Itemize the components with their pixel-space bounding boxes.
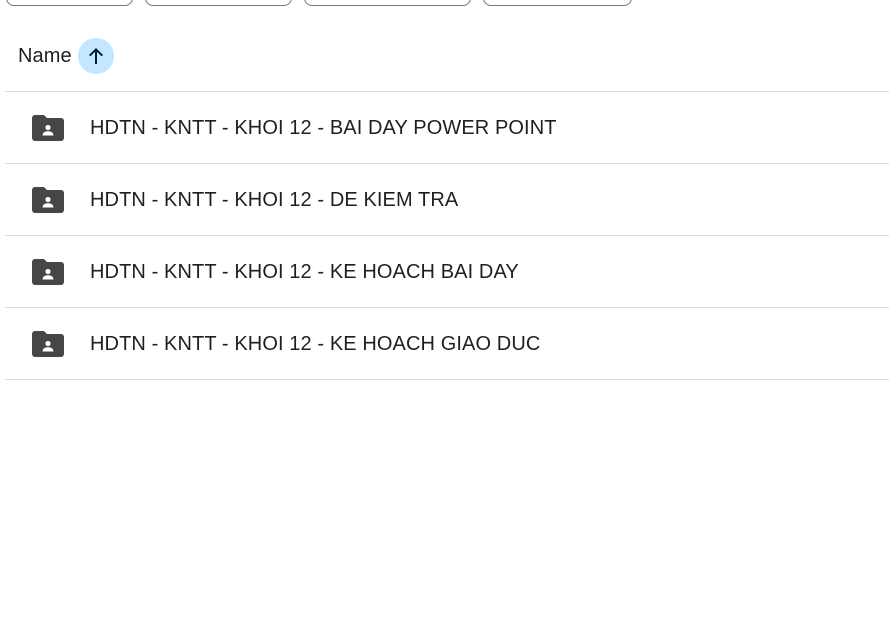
file-list: HDTN - KNTT - KHOI 12 - BAI DAY POWER PO…: [5, 91, 889, 380]
filter-chip[interactable]: [6, 0, 133, 6]
list-item[interactable]: HDTN - KNTT - KHOI 12 - KE HOACH BAI DAY: [5, 236, 889, 308]
shared-folder-icon: [32, 331, 64, 357]
file-name: HDTN - KNTT - KHOI 12 - BAI DAY POWER PO…: [90, 117, 557, 139]
filter-chip[interactable]: [304, 0, 471, 6]
name-column-header[interactable]: Name: [18, 45, 72, 68]
shared-folder-icon: [32, 187, 64, 213]
list-item[interactable]: HDTN - KNTT - KHOI 12 - KE HOACH GIAO DU…: [5, 308, 889, 380]
filter-chip[interactable]: [145, 0, 292, 6]
file-name: HDTN - KNTT - KHOI 12 - DE KIEM TRA: [90, 189, 459, 211]
sort-direction-button[interactable]: [77, 38, 114, 74]
file-name: HDTN - KNTT - KHOI 12 - KE HOACH BAI DAY: [90, 261, 519, 283]
file-name: HDTN - KNTT - KHOI 12 - KE HOACH GIAO DU…: [90, 333, 541, 355]
list-item[interactable]: HDTN - KNTT - KHOI 12 - DE KIEM TRA: [5, 164, 889, 236]
filter-chip[interactable]: [483, 0, 632, 6]
shared-folder-icon: [32, 115, 64, 141]
arrow-upward-icon: [88, 48, 103, 64]
shared-folder-icon: [32, 259, 64, 285]
list-header: Name: [18, 36, 114, 76]
file-list-page: Name HDTN - KNTT - KHOI 12 - BAI DAY POW…: [0, 0, 889, 625]
list-item[interactable]: HDTN - KNTT - KHOI 12 - BAI DAY POWER PO…: [5, 92, 889, 164]
